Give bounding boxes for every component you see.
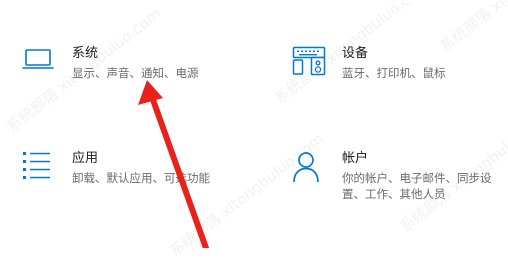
- apps-list-icon: [23, 152, 50, 179]
- tile-title: 帐户: [342, 151, 369, 166]
- settings-tile-devices[interactable]: 设备 蓝牙、打印机、鼠标: [292, 46, 492, 86]
- tile-title: 设备: [342, 46, 369, 61]
- settings-tile-apps[interactable]: 应用 卸载、默认应用、可选功能: [22, 151, 242, 191]
- tile-description: 你的帐户、电子邮件、同步设置、工作、其他人员: [342, 171, 492, 201]
- tile-title: 系统: [72, 46, 99, 61]
- tile-description: 显示、声音、通知、电源: [72, 66, 199, 80]
- settings-tile-accounts[interactable]: 帐户 你的帐户、电子邮件、同步设置、工作、其他人员: [292, 151, 502, 209]
- tile-title: 应用: [72, 151, 99, 166]
- tile-description: 卸载、默认应用、可选功能: [72, 171, 210, 185]
- keyboard-speaker-icon: [292, 46, 326, 76]
- person-icon: [293, 152, 319, 183]
- laptop-icon: [22, 49, 54, 69]
- settings-tile-system[interactable]: 系统 显示、声音、通知、电源: [22, 46, 222, 86]
- tile-description: 蓝牙、打印机、鼠标: [342, 66, 446, 80]
- annotation-arrow: [138, 80, 209, 248]
